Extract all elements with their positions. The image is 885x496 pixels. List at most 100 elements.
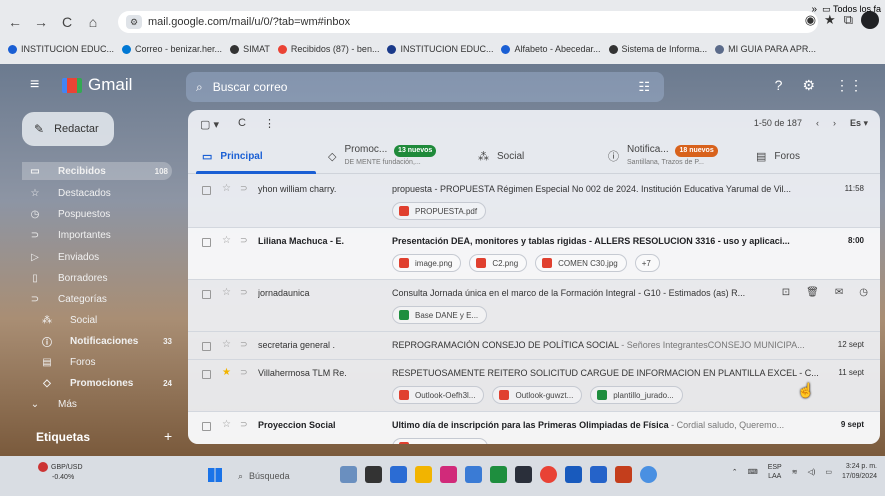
chrome-profile-icon[interactable] (640, 466, 657, 483)
star-icon[interactable]: ☆ (222, 339, 231, 350)
bookmark-item[interactable]: Recibidos (87) - ben... (277, 44, 379, 54)
clock[interactable]: 3:24 p. m. 17/09/2024 (842, 462, 877, 482)
select-all-checkbox[interactable]: ▢ ▾ (200, 118, 219, 131)
important-marker-icon[interactable]: ⊃ (240, 367, 248, 378)
important-marker-icon[interactable]: ⊃ (240, 339, 248, 350)
attachment-chip[interactable]: C2.png (469, 254, 528, 272)
important-marker-icon[interactable]: ⊃ (240, 183, 248, 194)
settings-gear-icon[interactable]: ⚙ (802, 77, 815, 94)
bookmark-item[interactable]: Correo - benizar.her... (122, 44, 222, 54)
bookmark-item[interactable]: INSTITUCION EDUC... (8, 44, 114, 54)
sidebar-item-importantes[interactable]: ⊃ Importantes (26, 226, 176, 244)
star-icon[interactable]: ☆ (222, 419, 231, 430)
sidebar-item-enviados[interactable]: ▷ Enviados (26, 248, 176, 266)
email-checkbox[interactable] (202, 290, 211, 299)
email-checkbox[interactable] (202, 186, 211, 195)
edge-icon[interactable] (390, 466, 407, 483)
sidebar-item-categorias[interactable]: ⊃ Categorías (26, 290, 176, 308)
outlook-icon[interactable] (590, 466, 607, 483)
star-icon[interactable]: ☆ (222, 235, 231, 246)
attachment-chip[interactable]: COMEN C30.jpg (535, 254, 627, 272)
mark-read-icon[interactable]: ✉ (835, 287, 843, 298)
email-row[interactable]: ☆ ⊃ secretaria general . REPROGRAMACIÓN CON… (188, 332, 880, 360)
delete-icon[interactable]: 🗑 (806, 287, 819, 298)
important-marker-icon[interactable]: ⊃ (240, 235, 248, 246)
attachment-chip[interactable]: image.png (392, 254, 462, 272)
search-options-icon[interactable]: ☷ (638, 79, 650, 95)
attachment-chip[interactable]: Base DANE y E... (392, 306, 488, 324)
search-input[interactable]: Buscar correo (213, 80, 288, 94)
email-row[interactable]: ☆ ⊃ Liliana Machuca - E. Presentación DEA, … (188, 228, 880, 280)
keyboard-icon[interactable]: ⌨ (748, 468, 758, 476)
all-bookmarks-button[interactable]: ▭ Todos los fa (822, 4, 881, 15)
language-indicator[interactable]: ESP LAA (768, 463, 782, 481)
battery-icon[interactable]: ▭ (825, 468, 832, 476)
bookmarks-more-button[interactable]: » (811, 4, 817, 15)
search-icon[interactable]: ⌕ (196, 80, 203, 95)
attachment-chip[interactable]: PROPUESTA.pdf (392, 202, 487, 220)
address-bar[interactable]: ⚙ mail.google.com/mail/u/0/?tab=wm#inbox (118, 11, 818, 33)
bookmark-item[interactable]: Alfabeto - Abecedar... (501, 44, 601, 54)
taskview-icon[interactable] (340, 466, 357, 483)
back-icon[interactable]: ← (4, 11, 26, 33)
site-info-icon[interactable]: ⚙ (126, 15, 142, 29)
important-marker-icon[interactable]: ⊃ (240, 419, 248, 430)
tab-forums[interactable]: ▤ Foros (756, 138, 856, 174)
sidebar-item-promociones[interactable]: ◇ Promociones 24 (26, 374, 176, 392)
next-page-icon[interactable]: › (833, 118, 836, 129)
apps-grid-icon[interactable]: ⋮⋮ (835, 77, 863, 94)
tab-promotions[interactable]: ◇ Promoc... 13 nuevos DE MENTE fundación… (328, 138, 478, 174)
attachment-chip[interactable]: Outlook-Oefh3l... (392, 386, 485, 404)
star-icon[interactable]: ☆ (222, 183, 231, 194)
volume-icon[interactable]: ◁) (808, 468, 816, 476)
bookmark-item[interactable]: MI GUIA PARA APR... (715, 44, 816, 54)
sidebar-item-pospuestos[interactable]: ◷ Pospuestos (26, 205, 176, 223)
sidebar-item-social[interactable]: ⁂ Social (26, 311, 176, 329)
bookmark-item[interactable]: SIMAT (230, 44, 270, 54)
more-options-icon[interactable]: ⋮ (264, 117, 275, 130)
chrome-icon[interactable] (540, 466, 557, 483)
email-checkbox[interactable] (202, 342, 211, 351)
word-icon[interactable] (565, 466, 582, 483)
bookmark-item[interactable]: INSTITUCION EDUC... (387, 44, 493, 54)
taskbar-search[interactable]: ⌕ Búsqueda (232, 464, 322, 488)
important-marker-icon[interactable]: ⊃ (240, 287, 248, 298)
sidebar-item-borradores[interactable]: ▯ Borradores (26, 269, 176, 287)
snooze-icon[interactable]: ◷ (859, 287, 868, 298)
attachment-chip[interactable]: Outlook-guwzt... (492, 386, 583, 404)
help-icon[interactable]: ? (775, 77, 783, 94)
main-menu-icon[interactable]: ≡ (30, 76, 39, 94)
reload-icon[interactable]: C (56, 11, 78, 33)
terminal-icon[interactable] (515, 466, 532, 483)
email-row[interactable]: ★ ⊃ Villahermosa TLM Re. RESPETUOSAMENTE RE… (188, 360, 880, 412)
star-icon[interactable]: ☆ (222, 287, 231, 298)
email-row[interactable]: ☆ ⊃ yhon william charry. propuesta - PROPUE… (188, 176, 880, 228)
sidebar-item-mas[interactable]: ⌄ Más (26, 395, 176, 413)
sidebar-item-foros[interactable]: ▤ Foros (26, 353, 176, 371)
excel-icon[interactable] (490, 466, 507, 483)
app-icon[interactable] (365, 466, 382, 483)
tab-notifications[interactable]: ⓘ Notifica... 18 nuevos Santillana, Traz… (608, 138, 756, 174)
start-button-icon[interactable] (208, 468, 222, 482)
refresh-icon[interactable]: C (238, 117, 246, 129)
wifi-icon[interactable]: ≋ (792, 468, 798, 476)
home-icon[interactable]: ⌂ (82, 11, 104, 33)
attachment-chip[interactable]: Organizan.Facu... (392, 438, 488, 444)
sidebar-item-notificaciones[interactable]: ⓘ Notificaciones 33 (26, 332, 176, 350)
tray-chevron-icon[interactable]: ⌃ (732, 468, 738, 476)
star-icon[interactable]: ★ (222, 367, 231, 378)
email-checkbox[interactable] (202, 238, 211, 247)
email-checkbox[interactable] (202, 422, 211, 431)
store-icon[interactable] (465, 466, 482, 483)
email-row[interactable]: ☆ ⊃ jornadaunica Consulta Jornada única en … (188, 280, 880, 332)
tab-primary[interactable]: ▭ Principal (188, 138, 328, 174)
file-explorer-icon[interactable] (415, 466, 432, 483)
add-label-icon[interactable]: + (164, 428, 172, 444)
prev-page-icon[interactable]: ‹ (816, 118, 819, 129)
tab-social[interactable]: ⁂ Social (478, 138, 608, 174)
attachment-chip[interactable]: +7 (634, 254, 660, 272)
email-checkbox[interactable] (202, 370, 211, 379)
powerpoint-icon[interactable] (615, 466, 632, 483)
bookmark-item[interactable]: Sistema de Informa... (608, 44, 707, 54)
ticker-widget[interactable]: GBP/USD -0.40% (38, 462, 83, 483)
